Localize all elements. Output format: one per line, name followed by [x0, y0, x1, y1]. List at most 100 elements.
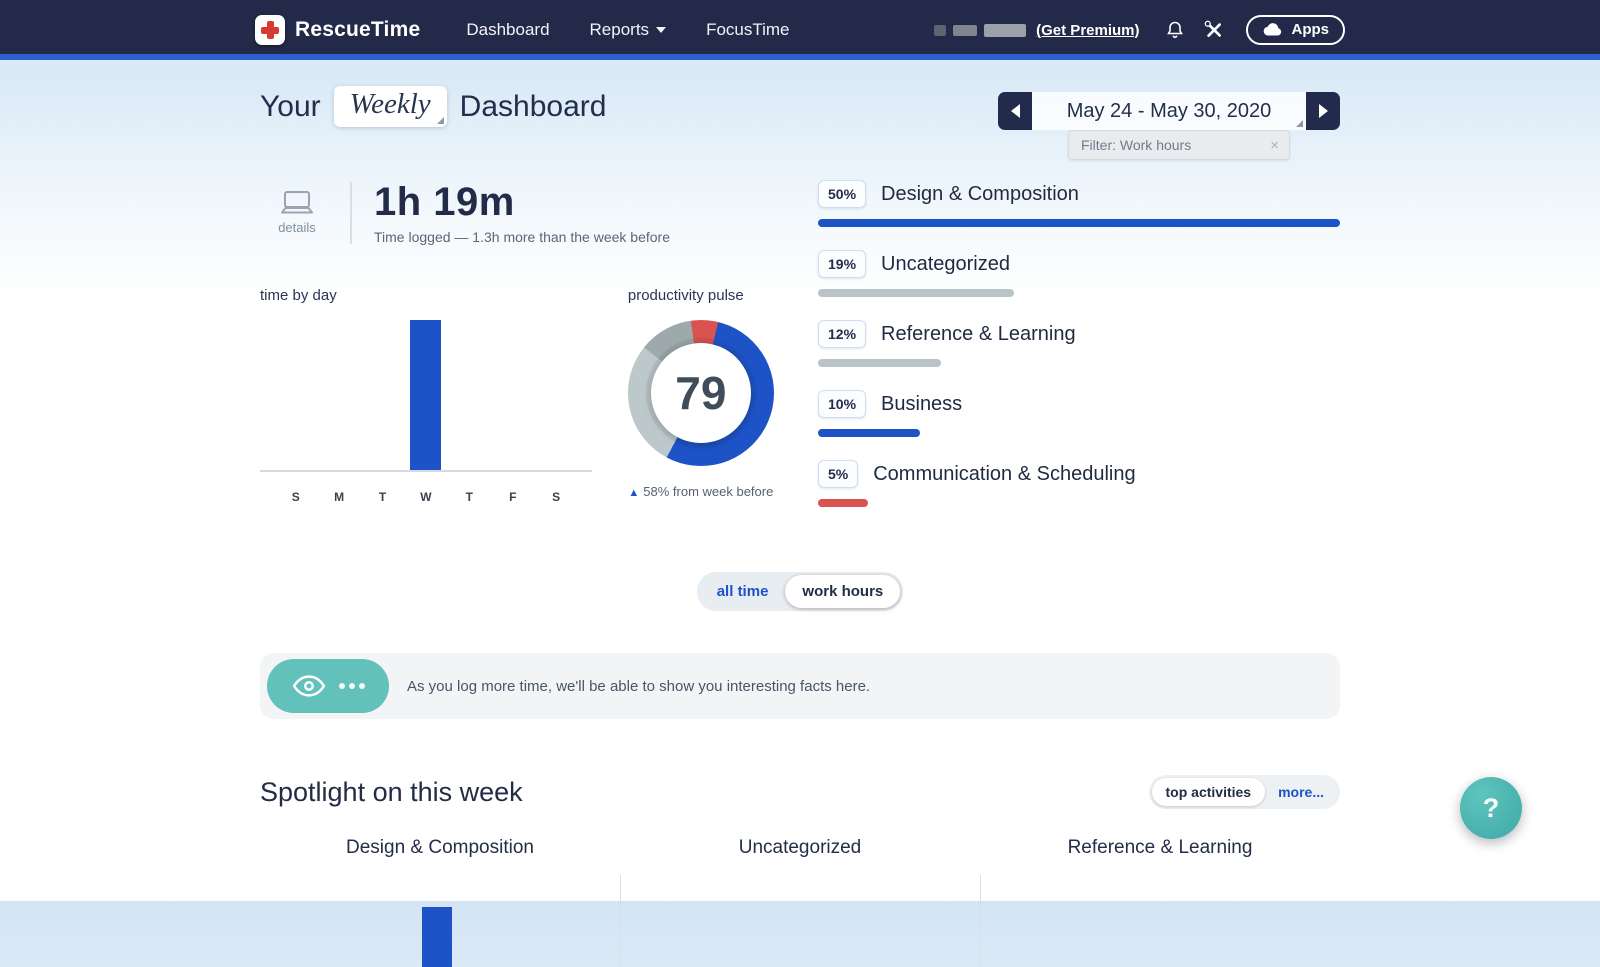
spotlight-column-label: Reference & Learning [1068, 837, 1253, 858]
prev-week-button[interactable] [998, 92, 1032, 130]
scope-toggle: all time work hours [697, 572, 904, 611]
spotlight-title: Spotlight on this week [260, 777, 523, 808]
ellipsis-dots [335, 683, 365, 689]
redacted-user-info [934, 24, 1026, 37]
period-selector[interactable]: Weekly [334, 86, 447, 127]
category-label: Communication & Scheduling [873, 463, 1135, 486]
category-bar [818, 219, 1340, 227]
tools-icon[interactable] [1203, 19, 1225, 41]
day-label: S [534, 490, 577, 504]
dashboard-header: Your Weekly Dashboard May 24 - May 30, 2… [260, 60, 1340, 130]
info-banner: As you log more time, we'll be able to s… [260, 653, 1340, 719]
category-percent-badge: 12% [818, 320, 866, 348]
cloud-icon [1262, 22, 1284, 37]
date-navigation: May 24 - May 30, 2020 [998, 92, 1340, 130]
category-row: 5% Communication & Scheduling [818, 460, 1340, 507]
up-arrow-icon: ▲ [628, 487, 639, 499]
time-by-day-chart: time by day S M T W [260, 287, 592, 504]
nav-focustime-label: FocusTime [706, 20, 789, 40]
day-label: F [491, 490, 534, 504]
category-row: 19% Uncategorized [818, 250, 1340, 297]
category-percent-badge: 10% [818, 390, 866, 418]
help-button[interactable]: ? [1460, 777, 1522, 839]
category-bar [818, 289, 1014, 297]
brand-name: RescueTime [295, 18, 420, 42]
filter-chip: Filter: Work hours × [1068, 130, 1290, 160]
category-percent-badge: 50% [818, 180, 866, 208]
nav-focustime[interactable]: FocusTime [706, 20, 789, 40]
chevron-right-icon [1319, 104, 1328, 118]
category-label: Design & Composition [881, 183, 1079, 206]
productivity-pulse: productivity pulse 79 ▲ 58% from week bef… [628, 287, 776, 504]
pulse-change-text: 58% from week before [643, 484, 773, 499]
info-banner-text: As you log more time, we'll be able to s… [407, 678, 870, 695]
nav-reports[interactable]: Reports [590, 20, 667, 40]
pulse-score: 79 [651, 343, 751, 443]
category-percent-badge: 5% [818, 460, 858, 488]
time-logged-summary: details 1h 19m Time logged — 1.3h more t… [266, 180, 776, 245]
day-labels: S M T W T F S [260, 490, 592, 504]
apps-label: Apps [1292, 21, 1330, 38]
day-label: W [404, 490, 447, 504]
bell-icon[interactable] [1165, 20, 1185, 40]
top-activities-tab[interactable]: top activities [1152, 778, 1266, 806]
spotlight-column: Uncategorized [620, 837, 980, 933]
category-row: 10% Business [818, 390, 1340, 437]
chevron-left-icon [1011, 104, 1020, 118]
category-label: Uncategorized [881, 253, 1010, 276]
time-logged-subtitle: Time logged — 1.3h more than the week be… [374, 229, 670, 245]
spotlight-partial-bar [422, 907, 452, 967]
close-icon[interactable]: × [1270, 138, 1279, 153]
spotlight-toggle: top activities more... [1149, 775, 1341, 809]
spotlight-columns: Design & Composition Uncategorized Refer… [260, 837, 1340, 933]
date-range-display[interactable]: May 24 - May 30, 2020 [1032, 92, 1306, 130]
category-bar [818, 499, 868, 507]
nav-dashboard[interactable]: Dashboard [466, 20, 549, 40]
title-prefix: Your [260, 90, 321, 124]
work-hours-tab[interactable]: work hours [785, 575, 900, 608]
title-suffix: Dashboard [460, 90, 607, 124]
category-row: 12% Reference & Learning [818, 320, 1340, 367]
filter-chip-label: Filter: Work hours [1081, 137, 1191, 153]
category-percent-badge: 19% [818, 250, 866, 278]
spotlight-column-label: Design & Composition [346, 837, 534, 858]
rescuetime-brand[interactable]: RescueTime [255, 15, 420, 45]
pulse-donut: 79 [628, 320, 774, 466]
category-label: Business [881, 393, 962, 416]
category-breakdown: 50% Design & Composition 19% Uncategoriz… [818, 180, 1340, 530]
pulse-title: productivity pulse [628, 287, 776, 304]
chevron-down-icon [656, 27, 666, 33]
time-by-day-title: time by day [260, 287, 592, 304]
time-by-day-bars [260, 320, 592, 472]
navbar: RescueTime Dashboard Reports FocusTime (… [0, 0, 1600, 60]
spotlight-column-label: Uncategorized [739, 837, 862, 858]
category-bar [818, 429, 920, 437]
category-bar [818, 359, 941, 367]
apps-button[interactable]: Apps [1246, 15, 1346, 45]
spotlight-column: Reference & Learning [980, 837, 1340, 933]
eye-icon [292, 675, 326, 697]
pulse-change: ▲ 58% from week before [628, 484, 774, 499]
day-label: T [448, 490, 491, 504]
day-label: T [361, 490, 404, 504]
category-label: Reference & Learning [881, 323, 1076, 346]
nav-reports-label: Reports [590, 20, 650, 40]
rescuetime-cross-icon [255, 15, 285, 45]
details-link[interactable]: details [266, 190, 328, 235]
nav-dashboard-label: Dashboard [466, 20, 549, 40]
page-title: Your Weekly Dashboard [260, 86, 606, 127]
details-label: details [278, 220, 316, 235]
category-row: 50% Design & Composition [818, 180, 1340, 227]
next-week-button[interactable] [1306, 92, 1340, 130]
day-bar [410, 320, 441, 470]
all-time-tab[interactable]: all time [700, 575, 786, 608]
spotlight-column: Design & Composition [260, 837, 620, 933]
day-label: S [274, 490, 317, 504]
time-logged-value: 1h 19m [374, 180, 670, 225]
insight-badge [267, 659, 389, 713]
day-label: M [317, 490, 360, 504]
more-tab[interactable]: more... [1265, 778, 1337, 806]
divider [350, 182, 352, 244]
laptop-icon [279, 190, 315, 216]
get-premium-link[interactable]: (Get Premium) [1036, 22, 1139, 39]
